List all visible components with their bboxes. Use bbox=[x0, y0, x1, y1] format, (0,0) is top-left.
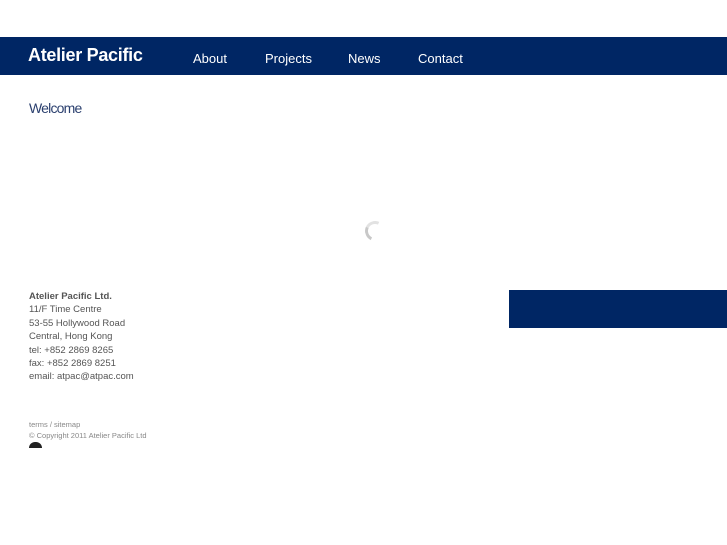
loading-spinner-icon bbox=[362, 218, 388, 244]
address-line: 53-55 Hollywood Road bbox=[29, 317, 126, 329]
sitemap-link[interactable]: sitemap bbox=[54, 420, 80, 429]
email: email: atpac@atpac.com bbox=[29, 371, 134, 383]
footer: terms / sitemap © Copyright 2011 Atelier… bbox=[29, 419, 147, 441]
nav-contact[interactable]: Contact bbox=[418, 51, 463, 66]
address-line: 11/F Time Centre bbox=[29, 304, 102, 316]
nav-news[interactable]: News bbox=[348, 51, 381, 66]
decorative-blue-block bbox=[509, 290, 727, 328]
address-line: Central, Hong Kong bbox=[29, 331, 113, 343]
fax: fax: +852 2869 8251 bbox=[29, 358, 116, 370]
phone: tel: +852 2869 8265 bbox=[29, 344, 114, 356]
badge-icon[interactable] bbox=[29, 442, 42, 448]
nav-projects[interactable]: Projects bbox=[265, 51, 312, 66]
terms-link[interactable]: terms bbox=[29, 420, 48, 429]
top-navigation-bar: Atelier Pacific About Projects News Cont… bbox=[0, 37, 727, 75]
logo-link[interactable]: Atelier Pacific bbox=[28, 45, 143, 66]
copyright: © Copyright 2011 Atelier Pacific Ltd bbox=[29, 431, 147, 440]
nav-about[interactable]: About bbox=[193, 51, 227, 66]
company-address: Atelier Pacific Ltd. 11/F Time Centre 53… bbox=[29, 290, 134, 384]
page-title: Welcome bbox=[29, 100, 82, 116]
company-name: Atelier Pacific Ltd. bbox=[29, 291, 112, 302]
